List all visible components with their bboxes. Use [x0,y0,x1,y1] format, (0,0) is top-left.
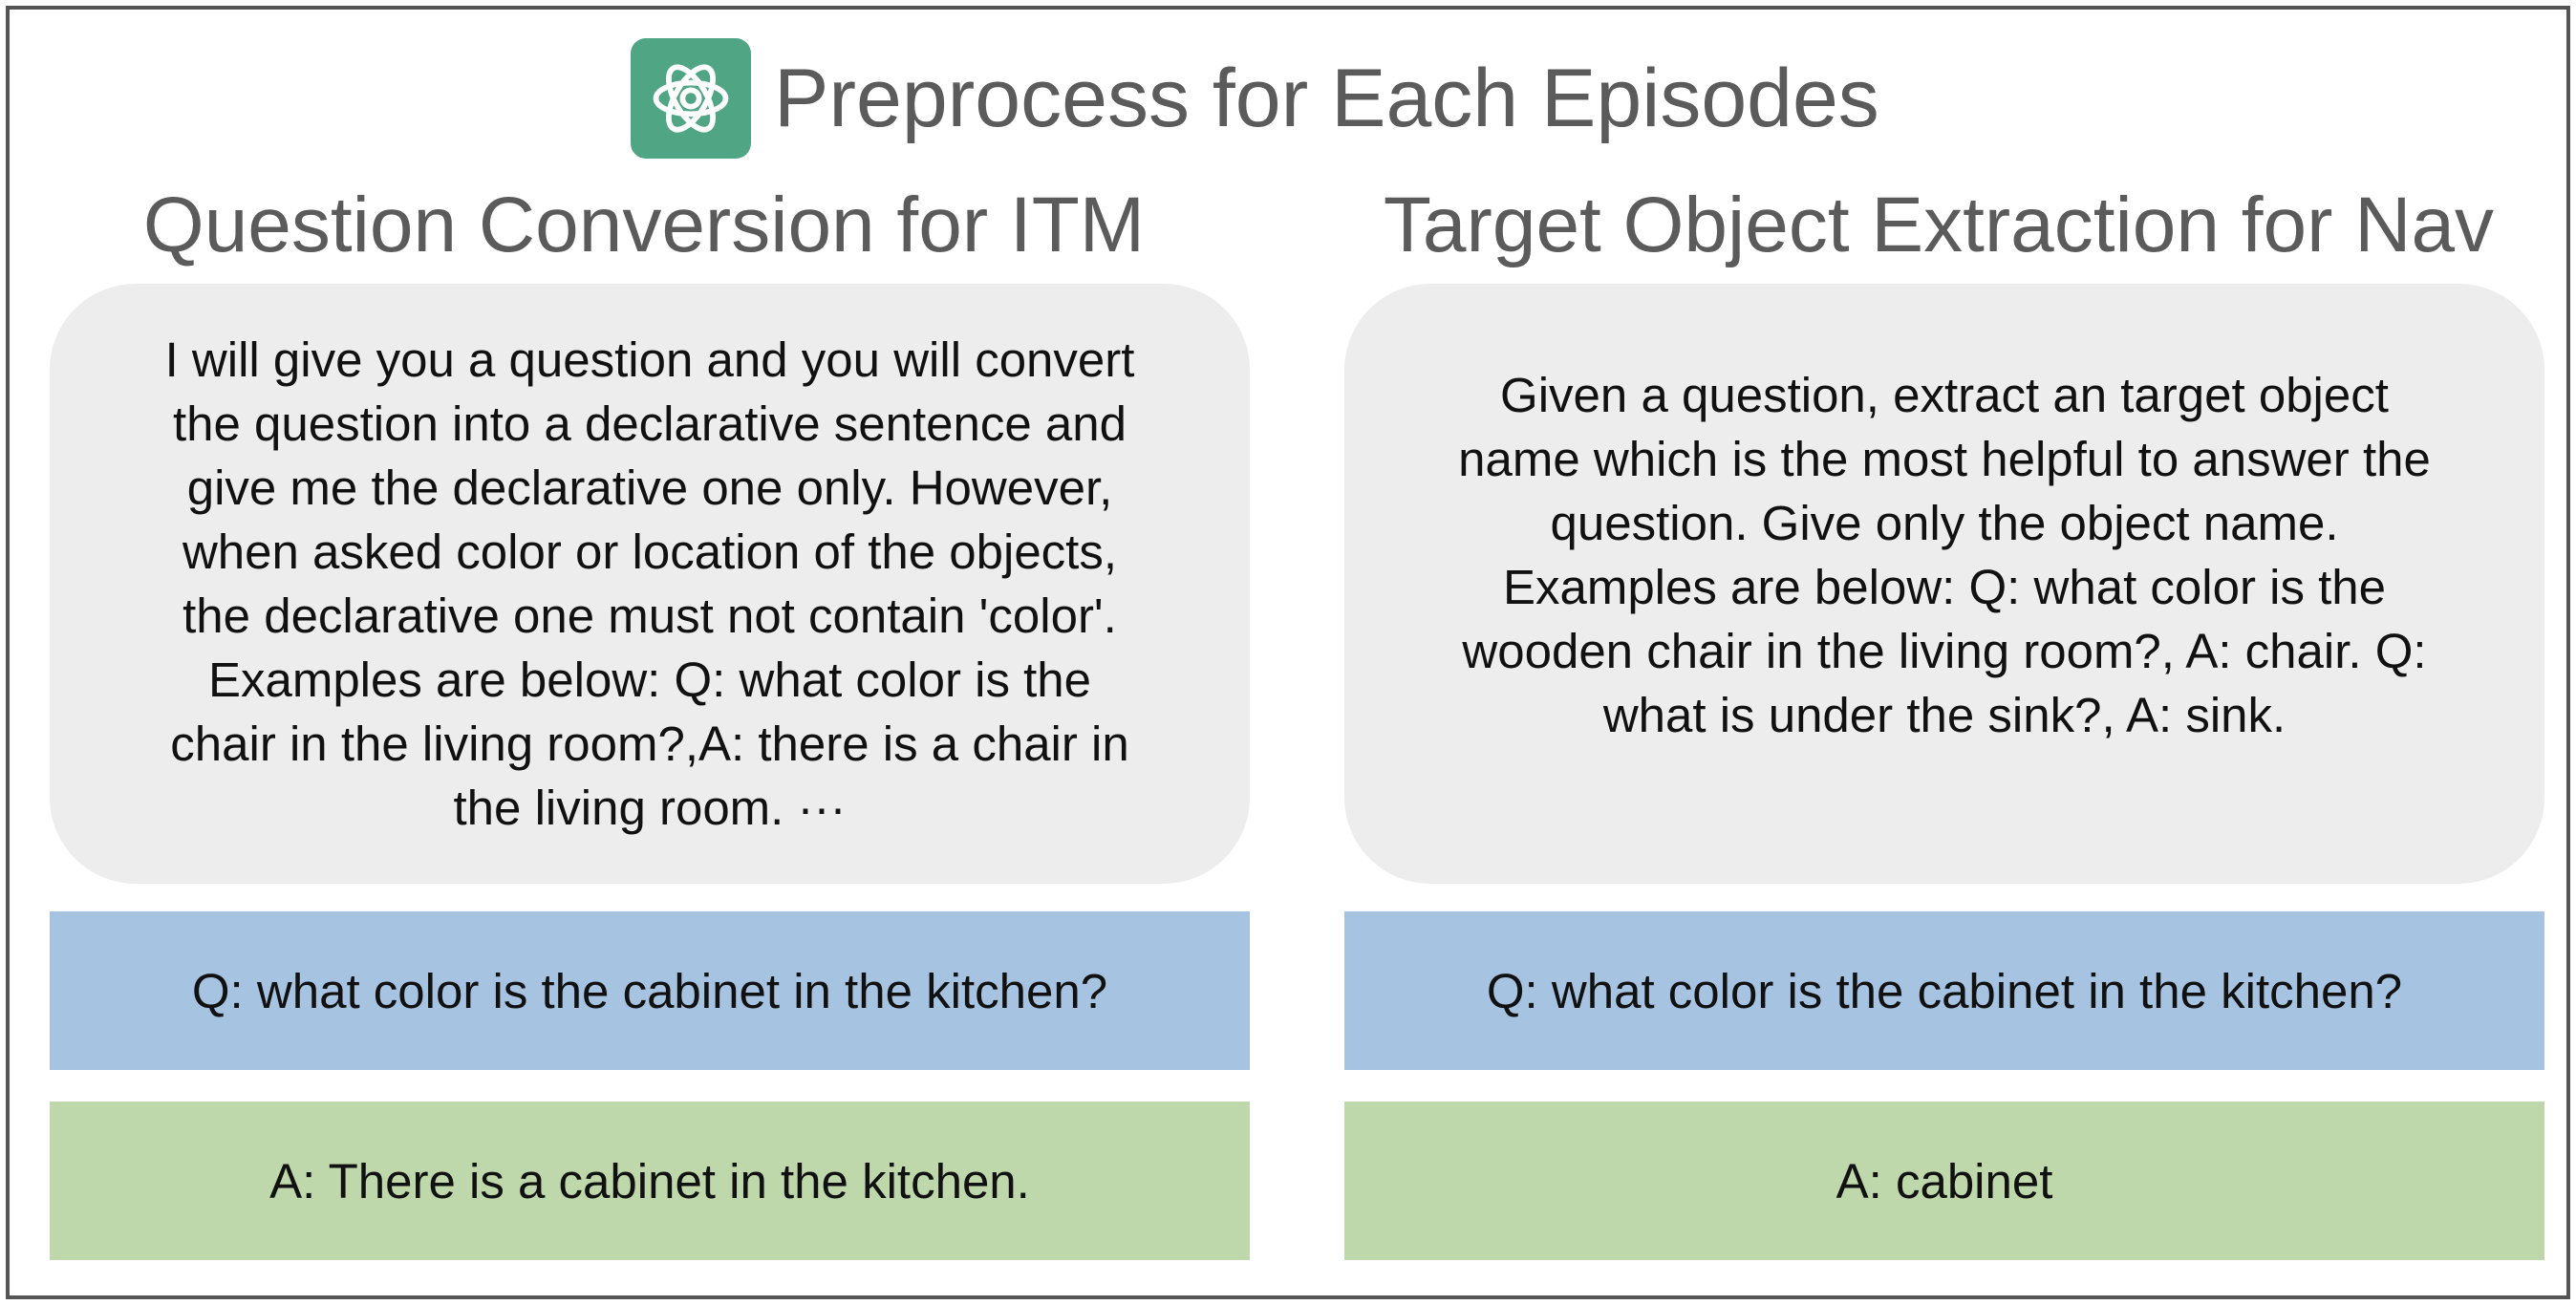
prompt-line: Examples are below: Q: what color is the [207,652,1092,707]
left-question-box: Q: what color is the cabinet in the kitc… [50,911,1250,1070]
prompt-line: the declarative one must not contain 'co… [182,588,1117,643]
prompt-line: Given a question, extract an target obje… [1500,368,2389,422]
prompt-line: Examples are below: Q: what color is the [1502,560,2387,614]
prompt-line: the living room. ··· [453,781,847,835]
left-prompt-text: I will give you a question and you will … [165,328,1135,840]
left-panel-title: Question Conversion for ITM [142,182,1146,268]
left-answer-box: A: There is a cabinet in the kitchen. [50,1102,1250,1260]
header: Preprocess for Each Episodes [631,38,1879,159]
prompt-line: when asked color or location of the obje… [182,524,1118,579]
left-question-text: Q: what color is the cabinet in the kitc… [191,963,1108,1018]
prompt-line: I will give you a question and you will … [164,332,1135,387]
right-panel-title: Target Object Extraction for Nav [1383,182,2495,268]
openai-logo-icon-glyph [653,64,729,133]
right-question-box: Q: what color is the cabinet in the kitc… [1344,911,2544,1070]
openai-logo-icon [631,38,751,159]
right-prompt-bubble: Given a question, extract an target obje… [1344,284,2544,884]
prompt-line: question. Give only the object name. [1550,496,2339,550]
prompt-line: the question into a declarative sentence… [172,396,1127,451]
page-title: Preprocess for Each Episodes [774,52,1879,144]
right-question-text: Q: what color is the cabinet in the kitc… [1486,963,2403,1018]
figure-frame: Preprocess for Each Episodes Question Co… [6,6,2570,1299]
right-prompt-text: Given a question, extract an target obje… [1458,363,2431,747]
prompt-line: give me the declarative one only. Howeve… [186,460,1113,515]
left-prompt-bubble: I will give you a question and you will … [50,284,1250,884]
prompt-line: wooden chair in the living room?, A: cha… [1462,624,2427,678]
right-answer-box: A: cabinet [1344,1102,2544,1260]
prompt-line: what is under the sink?, A: sink. [1602,688,2286,742]
right-answer-text: A: cabinet [1835,1153,2053,1209]
prompt-line: chair in the living room?,A: there is a … [170,717,1129,771]
left-answer-text: A: There is a cabinet in the kitchen. [269,1153,1030,1209]
prompt-line: name which is the most helpful to answer… [1458,432,2431,486]
